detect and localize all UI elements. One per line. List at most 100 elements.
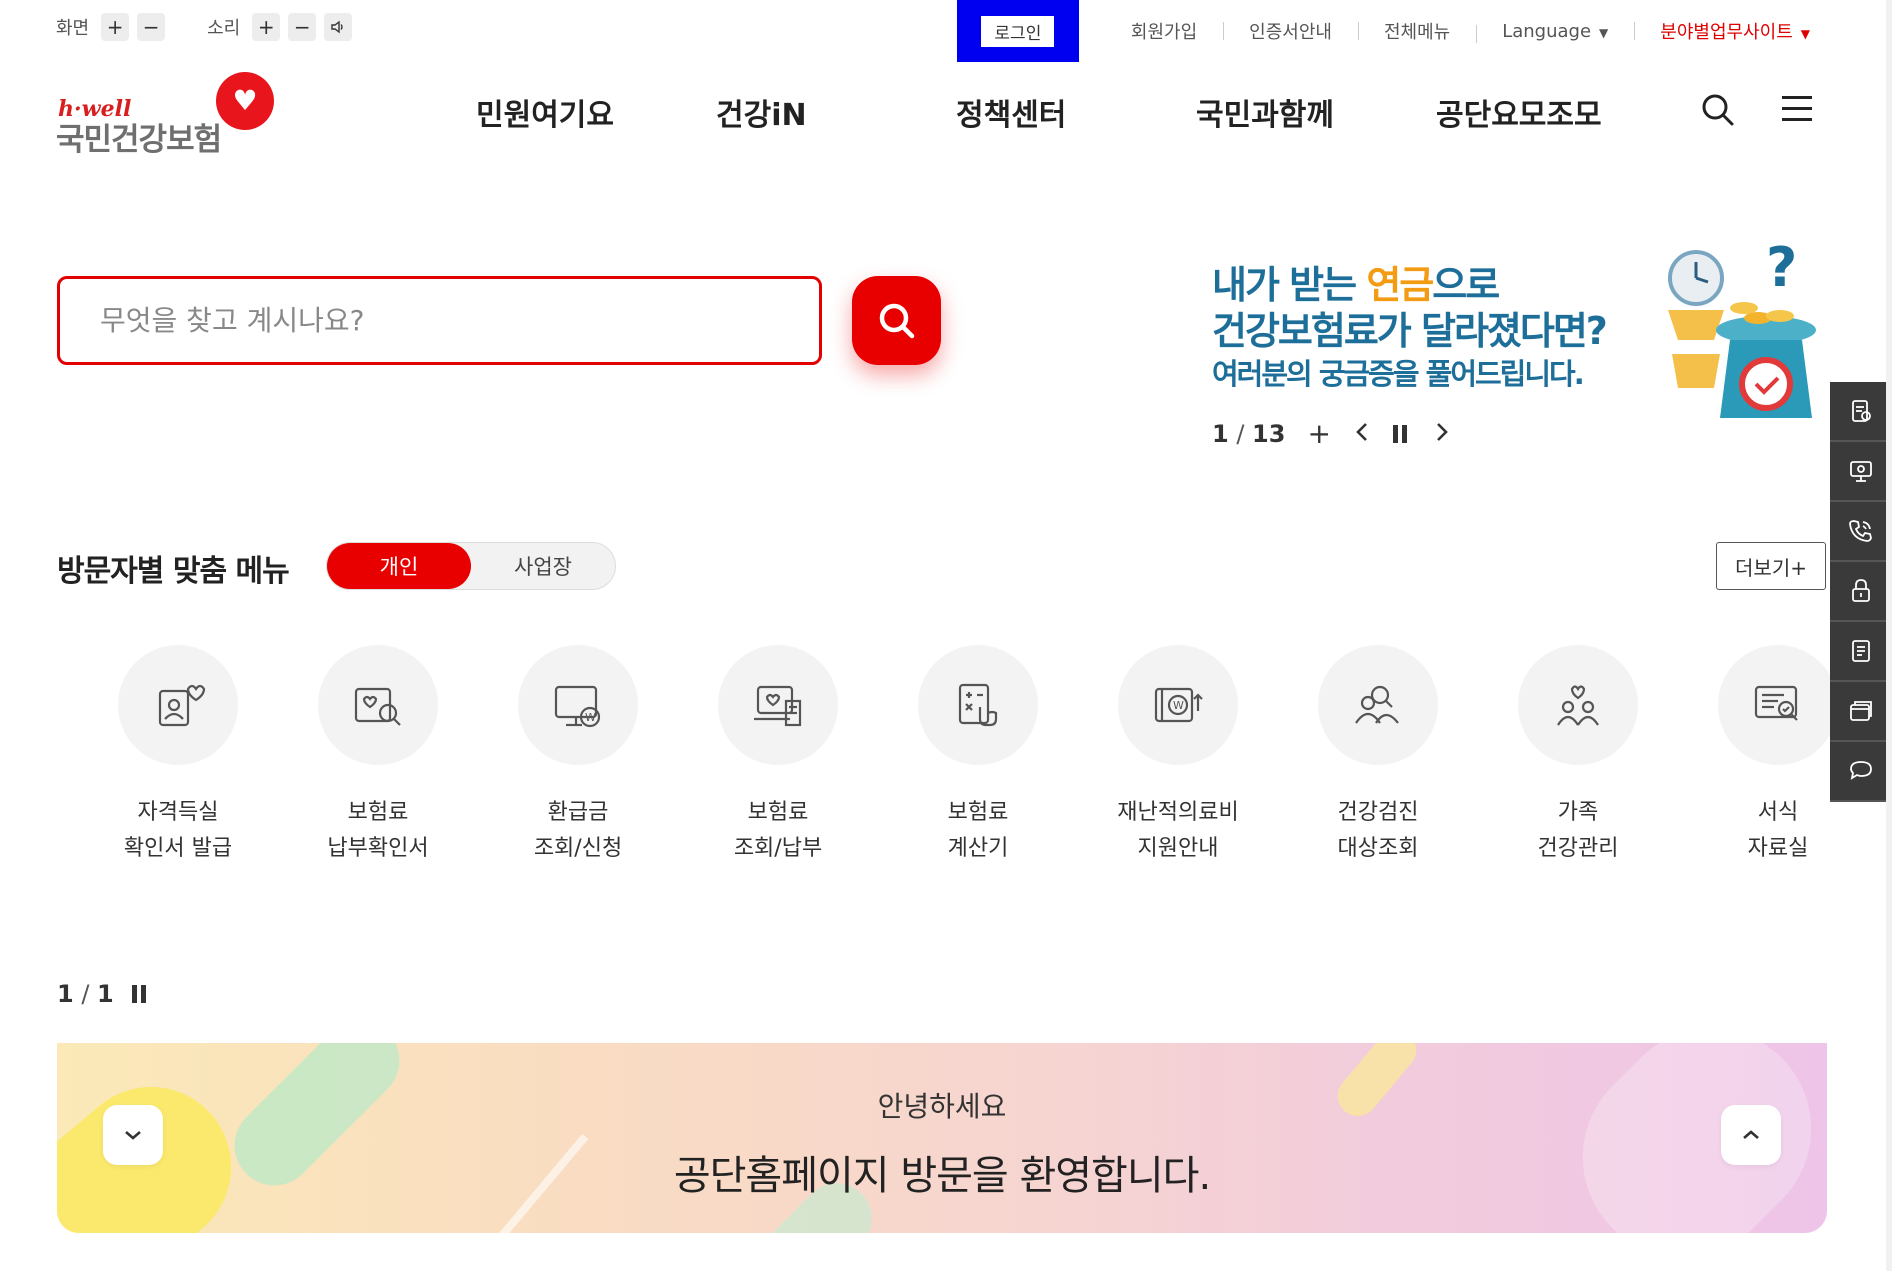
language-select[interactable]: Language ▼ xyxy=(1476,20,1634,43)
gnb-item-public[interactable]: 국민과함께 xyxy=(1196,90,1334,134)
banner-line-2: 건강보험료가 달라졌다면? xyxy=(1212,309,1608,353)
chevron-left-icon[interactable] xyxy=(1355,420,1369,448)
site-logo[interactable]: h·well 국민건강보험 ♥ xyxy=(56,70,286,160)
speaker-icon[interactable] xyxy=(324,13,353,41)
banner-line-1a: 내가 받는 xyxy=(1212,263,1367,307)
quick-item-label: 보험료 계산기 xyxy=(947,800,1009,861)
more-button[interactable]: 더보기+ xyxy=(1716,542,1826,590)
certificate-icon[interactable] xyxy=(1830,382,1892,442)
document-icon[interactable] xyxy=(1830,622,1892,682)
all-menu-link[interactable]: 전체메뉴 xyxy=(1357,18,1476,44)
quick-item[interactable]: W 환급금 조회/신청 xyxy=(478,645,678,867)
accessibility-controls: 화면 + − 소리 + − xyxy=(56,12,394,42)
caret-down-icon: ▼ xyxy=(1800,27,1810,41)
phone-icon[interactable] xyxy=(1830,502,1892,562)
promo-banner[interactable]: 내가 받는 연금으로 건강보험료가 달라졌다면? 여러분의 궁금증을 풀어드립니… xyxy=(1210,236,1830,444)
quick-item[interactable]: 보험료 납부확인서 xyxy=(278,645,478,867)
window-icon[interactable] xyxy=(1830,682,1892,742)
quick-item[interactable]: 보험료 계산기 xyxy=(878,645,1078,867)
banner-line-1c: 으로 xyxy=(1432,263,1500,307)
screen-zoom-label: 화면 xyxy=(56,18,90,39)
caret-down-icon: ▼ xyxy=(1599,25,1609,40)
quick-item[interactable]: 보험료 조회/납부 xyxy=(678,645,878,867)
quick-item-label: 보험료 납부확인서 xyxy=(327,800,429,861)
volume-down-button[interactable]: − xyxy=(288,13,317,41)
chevron-up-icon xyxy=(1743,1130,1759,1139)
quick-menu-counter: 1 / 1 xyxy=(57,980,114,1008)
hamburger-menu-icon[interactable] xyxy=(1780,96,1814,126)
chevron-right-icon[interactable] xyxy=(1435,420,1449,448)
business-sites-label: 분야별업무사이트 xyxy=(1660,22,1793,43)
quick-menu-list: 자격득실 확인서 발급 보험료 납부확인서 W 환급금 조회/신청 보험료 조회… xyxy=(78,645,1838,875)
quick-item-label: 가족 건강관리 xyxy=(1537,800,1619,861)
welcome-title: 공단홈페이지 방문을 환영합니다. xyxy=(673,1153,1211,1199)
language-label: Language xyxy=(1502,20,1592,42)
chevron-down-icon xyxy=(125,1131,141,1140)
scale-coins-illustration: ? xyxy=(1658,236,1828,424)
signup-link[interactable]: 회원가입 xyxy=(1105,18,1223,44)
quick-item-label: 보험료 조회/납부 xyxy=(733,800,823,861)
login-highlight[interactable]: 로그인 xyxy=(956,0,1079,62)
gnb-item-policy[interactable]: 정책센터 xyxy=(956,90,1066,134)
svg-text:W: W xyxy=(585,711,596,724)
gnb-item-health[interactable]: 건강iN xyxy=(716,90,807,134)
quick-menu-pager: 1 / 1 xyxy=(57,980,150,1008)
banner-line-1: 내가 받는 연금으로 xyxy=(1212,262,1606,308)
family-heart-icon xyxy=(1518,645,1638,765)
lock-icon[interactable] xyxy=(1830,562,1892,622)
people-search-icon xyxy=(1318,645,1438,765)
business-sites-select[interactable]: 분야별업무사이트 ▼ xyxy=(1634,18,1836,44)
quick-item-label: 재난적의료비 지원안내 xyxy=(1117,800,1239,861)
gnb-item-about[interactable]: 공단요모조모 xyxy=(1436,90,1602,134)
page-total: 1 xyxy=(97,980,114,1008)
banner-current: 1 xyxy=(1212,420,1229,448)
banner-counter: 1 / 13 xyxy=(1212,420,1286,448)
quick-item-label: 자격득실 확인서 발급 xyxy=(123,800,233,861)
search-submit-button[interactable] xyxy=(852,276,941,365)
pause-icon[interactable] xyxy=(131,985,150,1003)
laptop-receipt-icon xyxy=(718,645,838,765)
quick-item[interactable]: 자격득실 확인서 발급 xyxy=(78,645,278,867)
plus-icon[interactable]: + xyxy=(1307,420,1330,448)
heart-logo-icon: ♥ xyxy=(216,72,274,130)
side-quick-bar xyxy=(1830,382,1892,802)
quick-item-label: 환급금 조회/신청 xyxy=(533,800,623,861)
monitor-won-icon: W xyxy=(518,645,638,765)
chevron-down-button[interactable] xyxy=(103,1105,163,1165)
zoom-out-button[interactable]: − xyxy=(137,13,166,41)
quick-item[interactable]: 건강검진 대상조회 xyxy=(1278,645,1478,867)
pause-icon[interactable] xyxy=(1392,425,1411,443)
logo-name: 국민건강보험 xyxy=(56,122,222,158)
zoom-in-button[interactable]: + xyxy=(101,13,130,41)
chevron-up-button[interactable] xyxy=(1721,1105,1781,1165)
login-button[interactable]: 로그인 xyxy=(981,15,1055,47)
wallet-won-icon: W xyxy=(1118,645,1238,765)
section-title: 방문자별 맞춤 메뉴 xyxy=(57,554,290,589)
sound-label: 소리 xyxy=(207,18,241,39)
search-icon[interactable] xyxy=(1700,92,1740,132)
monitor-icon[interactable] xyxy=(1830,442,1892,502)
banner-controls: 1 / 13 + xyxy=(1212,418,1473,450)
banner-line-3: 여러분의 궁금증을 풀어드립니다. xyxy=(1212,357,1585,391)
decor-shape xyxy=(1541,1043,1827,1233)
quick-item-label: 서식 자료실 xyxy=(1747,800,1809,861)
sound-group: 소리 + − xyxy=(207,13,360,41)
quick-item[interactable]: 가족 건강관리 xyxy=(1478,645,1678,867)
tab-business[interactable]: 사업장 xyxy=(471,543,615,589)
tab-personal[interactable]: 개인 xyxy=(327,543,471,589)
certificate-guide-link[interactable]: 인증서안내 xyxy=(1223,18,1358,44)
search-icon xyxy=(879,303,914,338)
screen-zoom-group: 화면 + − xyxy=(56,13,173,41)
main-search-box xyxy=(57,276,822,365)
banner-text: 내가 받는 연금으로 건강보험료가 달라졌다면? 여러분의 궁금증을 풀어드립니… xyxy=(1212,262,1608,394)
welcome-banner: 안녕하세요 공단홈페이지 방문을 환영합니다. xyxy=(57,1043,1827,1233)
chat-icon[interactable] xyxy=(1830,742,1892,802)
svg-text:?: ? xyxy=(1766,244,1797,299)
volume-up-button[interactable]: + xyxy=(252,13,281,41)
search-input[interactable] xyxy=(100,304,760,337)
visitor-type-toggle: 개인 사업장 xyxy=(326,542,616,590)
calculator-icon xyxy=(918,645,1038,765)
quick-item[interactable]: W 재난적의료비 지원안내 xyxy=(1078,645,1278,867)
gnb-item-civil[interactable]: 민원여기요 xyxy=(476,90,614,134)
scrollbar-track[interactable] xyxy=(1886,0,1892,1271)
